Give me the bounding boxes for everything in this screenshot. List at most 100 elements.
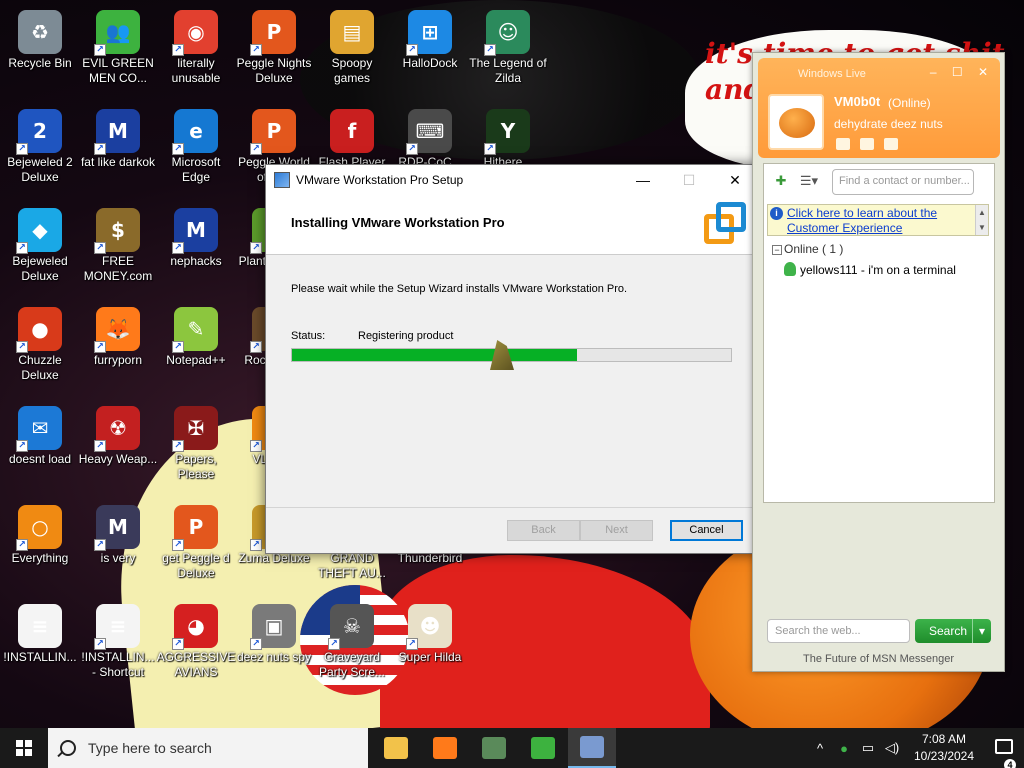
shortcut-arrow-icon: ↗: [16, 341, 28, 353]
chevron-up-icon[interactable]: ^: [808, 741, 832, 756]
next-button[interactable]: Next: [580, 520, 653, 541]
shortcut-arrow-icon: ↗: [250, 440, 262, 452]
shortcut-arrow-icon: ↗: [16, 242, 28, 254]
file-explorer-taskbar-icon[interactable]: [372, 728, 420, 768]
desktop-icon[interactable]: ● ↗ Chuzzle Deluxe: [0, 301, 80, 393]
shortcut-arrow-icon: ↗: [172, 341, 184, 353]
desktop-icon[interactable]: P ↗ get Peggle d Deluxe: [156, 499, 236, 591]
desktop-icon[interactable]: ☻ ↗ Super Hilda: [390, 598, 470, 690]
desktop-icon[interactable]: P ↗ Peggle Nights Deluxe: [234, 4, 314, 96]
desktop-icon[interactable]: M ↗ nephacks: [156, 202, 236, 294]
volume-icon[interactable]: ◁): [880, 740, 904, 756]
buddy-online-icon: [784, 262, 796, 276]
install-progress-bar: [291, 348, 732, 362]
cancel-button[interactable]: Cancel: [670, 520, 743, 541]
maximize-button[interactable]: ☐: [666, 165, 712, 195]
desktop-icon[interactable]: e ↗ Microsoft Edge: [156, 103, 236, 195]
customer-experience-link[interactable]: Click here to learn about the Customer E…: [787, 206, 967, 236]
notice-scrollbar[interactable]: ▲ ▼: [975, 205, 988, 235]
desktop-icon-label: Everything: [11, 551, 69, 565]
desktop-icon[interactable]: ○ ↗ Everything: [0, 499, 80, 591]
desktop-icon[interactable]: ≡ ↗ !INSTALLIN... - Shortcut: [78, 598, 158, 690]
desktop-icon[interactable]: 2 ↗ Bejeweled 2 Deluxe: [0, 103, 80, 195]
shortcut-arrow-icon: ↗: [406, 143, 418, 155]
desktop-icon[interactable]: ≡ !INSTALLIN...: [0, 598, 80, 690]
avatar[interactable]: [768, 94, 824, 150]
chuzzle-icon: ● ↗: [16, 307, 62, 353]
collapse-icon[interactable]: −: [772, 245, 782, 255]
globe-icon[interactable]: [884, 138, 898, 150]
msn-status[interactable]: (Online): [888, 96, 931, 110]
msn-username[interactable]: VM0b0t: [834, 94, 880, 109]
network-icon[interactable]: ▭: [856, 740, 880, 756]
contact-item[interactable]: yellows111 - i'm on a terminal: [784, 262, 956, 277]
shortcut-arrow-icon: ↗: [250, 242, 262, 254]
desktop-icon-label: Spoopy games: [331, 56, 373, 85]
web-search-button[interactable]: Search: [915, 619, 991, 643]
desktop-icon[interactable]: ✉ ↗ doesnt load: [0, 400, 80, 492]
group-header-online[interactable]: − Online ( 1 ): [772, 242, 843, 256]
desktop-icon-label: fat like darkok: [80, 155, 156, 169]
folder-icon[interactable]: [860, 138, 874, 150]
find-contact-input[interactable]: Find a contact or number...: [832, 169, 974, 195]
desktop-icon[interactable]: M ↗ is very: [78, 499, 158, 591]
firefox-icon: 🦊 ↗: [94, 307, 140, 353]
clock[interactable]: 7:08 AM 10/23/2024: [904, 731, 984, 765]
start-button[interactable]: [0, 728, 48, 768]
messenger-tray-icon[interactable]: ●: [832, 741, 856, 756]
desktop-icon[interactable]: ☠ ↗ Graveyard Party Scre...: [312, 598, 392, 690]
firefox-taskbar-icon[interactable]: [421, 728, 469, 768]
web-search-input[interactable]: Search the web...: [767, 619, 910, 643]
desktop-icon[interactable]: ◉ ↗ literally unusable: [156, 4, 236, 96]
mpl-icon: M ↗: [94, 109, 140, 155]
installer-taskbar-icon[interactable]: [568, 728, 616, 768]
desktop-icon[interactable]: $ ↗ FREE MONEY.com: [78, 202, 158, 294]
desktop-icon[interactable]: ◆ ↗ Bejeweled Deluxe: [0, 202, 80, 294]
app-window-taskbar-icon[interactable]: [470, 728, 518, 768]
mail-icon[interactable]: [836, 138, 850, 150]
vmware-logo-icon: [704, 202, 750, 248]
setup-titlebar[interactable]: VMware Workstation Pro Setup — ☐ ✕: [266, 165, 758, 195]
minimize-button[interactable]: —: [620, 165, 666, 195]
desktop-icon[interactable]: 🦊 ↗ furryporn: [78, 301, 158, 393]
desktop-icon-label: The Legend of Zilda: [469, 56, 547, 85]
desktop-icon[interactable]: ▣ ↗ deez nuts spy: [234, 598, 314, 690]
installer-icon: [274, 172, 290, 188]
status-label: Status:: [291, 330, 326, 342]
desktop-icon[interactable]: ☺ ↗ The Legend of Zilda: [468, 4, 548, 96]
desktop-icon[interactable]: ▤ Spoopy games: [312, 4, 392, 96]
add-contact-icon[interactable]: ✚: [770, 173, 792, 191]
msn-window-controls[interactable]: – ☐ ✕: [930, 65, 994, 79]
desktop-icon[interactable]: ♻ Recycle Bin: [0, 4, 80, 96]
desktop-icon[interactable]: ✠ ↗ Papers, Please: [156, 400, 236, 492]
desktop-icon-label: !INSTALLIN... - Shortcut: [81, 650, 155, 679]
shortcut-arrow-icon: ↗: [94, 242, 106, 254]
desktop-icon-label: !INSTALLIN...: [3, 650, 77, 664]
peggle-nights-icon: P ↗: [250, 10, 296, 56]
desktop-icon-label: Bejeweled 2 Deluxe: [7, 155, 73, 184]
desktop-icon-label: FREE MONEY.com: [83, 254, 153, 283]
msn-personal-message[interactable]: dehydrate deez nuts: [834, 117, 943, 131]
notification-count: 4: [1004, 759, 1016, 768]
shortcut-arrow-icon: ↗: [94, 341, 106, 353]
msn-profile-header: Windows Live – ☐ ✕ VM0b0t (Online) dehyd…: [758, 58, 1000, 158]
installing-shortcut-icon: ≡ ↗: [94, 604, 140, 650]
back-button[interactable]: Back: [507, 520, 580, 541]
desktop-icon[interactable]: ☢ ↗ Heavy Weap...: [78, 400, 158, 492]
setup-heading: Installing VMware Workstation Pro: [291, 215, 505, 230]
msn-footer: The Future of MSN Messenger: [802, 653, 954, 665]
mpl-shield-icon: M ↗: [94, 505, 140, 551]
msn-contact-list: ✚ ☰▾ Find a contact or number... i Click…: [763, 163, 995, 503]
taskbar-search[interactable]: Type here to search: [48, 728, 368, 768]
desktop-icon[interactable]: ✎ ↗ Notepad++: [156, 301, 236, 393]
desktop-icon[interactable]: 👥 ↗ EVIL GREEN MEN CO...: [78, 4, 158, 96]
clock-date: 10/23/2024: [913, 749, 975, 763]
list-options-icon[interactable]: ☰▾: [798, 173, 820, 191]
desktop-icon[interactable]: ◕ ↗ AGGRESSIVE AVIANS: [156, 598, 236, 690]
desktop-icon[interactable]: ⊞ ↗ HalloDock: [390, 4, 470, 96]
taskbar: Type here to search ^ ● ▭ ◁) 7:08 AM 10/…: [0, 728, 1024, 768]
messenger-taskbar-icon[interactable]: [519, 728, 567, 768]
notepadpp-icon: ✎ ↗: [172, 307, 218, 353]
desktop-icon[interactable]: M ↗ fat like darkok: [78, 103, 158, 195]
notifications-button[interactable]: 4: [984, 739, 1024, 768]
